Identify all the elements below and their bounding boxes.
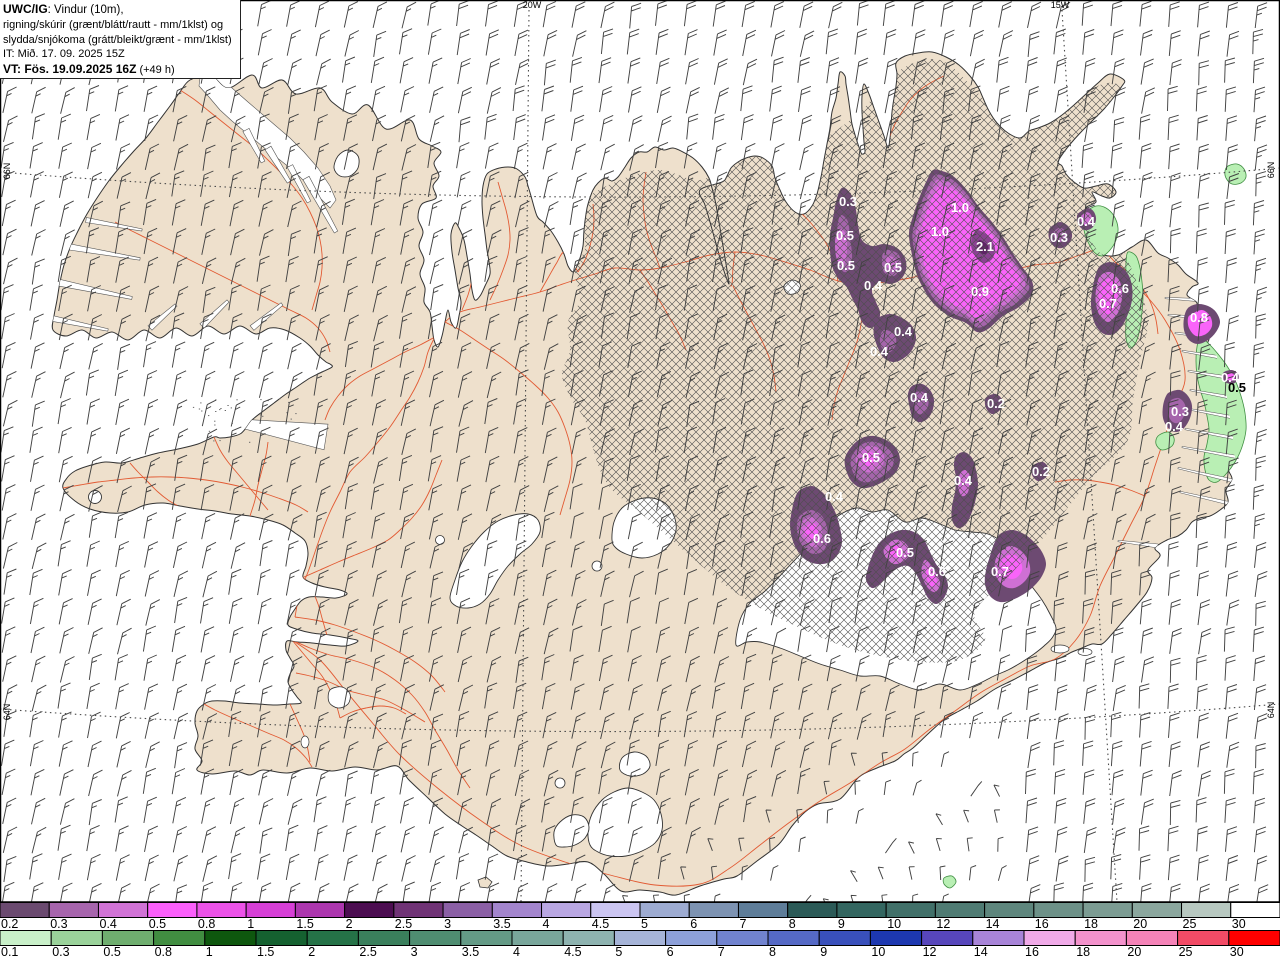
- svg-text:0.4: 0.4: [100, 917, 117, 931]
- svg-text:64N: 64N: [2, 704, 12, 721]
- svg-text:0.3: 0.3: [839, 194, 857, 209]
- svg-text:0.4: 0.4: [910, 390, 929, 405]
- svg-text:9: 9: [820, 945, 827, 959]
- svg-text:16: 16: [1035, 917, 1049, 931]
- svg-text:2: 2: [346, 917, 353, 931]
- svg-text:10: 10: [887, 917, 901, 931]
- svg-text:30: 30: [1230, 945, 1244, 959]
- svg-text:0.6: 0.6: [813, 531, 831, 546]
- svg-text:0.5: 0.5: [896, 545, 914, 560]
- svg-text:0.4: 0.4: [894, 324, 913, 339]
- svg-text:9: 9: [838, 917, 845, 931]
- svg-text:3: 3: [411, 945, 418, 959]
- svg-text:2.5: 2.5: [395, 917, 412, 931]
- svg-text:1.0: 1.0: [931, 224, 949, 239]
- svg-text:0.3: 0.3: [1171, 404, 1189, 419]
- svg-text:4.5: 4.5: [564, 945, 581, 959]
- svg-text:64N: 64N: [1266, 702, 1276, 719]
- svg-text:1: 1: [247, 917, 254, 931]
- svg-text:0.5: 0.5: [1228, 380, 1246, 395]
- svg-text:0.4: 0.4: [864, 278, 883, 293]
- svg-text:8: 8: [769, 945, 776, 959]
- svg-text:1.5: 1.5: [296, 917, 313, 931]
- svg-text:16: 16: [1025, 945, 1039, 959]
- svg-text:0.8: 0.8: [155, 945, 172, 959]
- svg-text:0.4: 0.4: [1077, 214, 1096, 229]
- svg-text:3.5: 3.5: [462, 945, 479, 959]
- svg-text:1: 1: [206, 945, 213, 959]
- svg-text:8: 8: [789, 917, 796, 931]
- svg-text:0.2: 0.2: [1, 917, 18, 931]
- svg-text:0.2: 0.2: [987, 396, 1005, 411]
- svg-text:14: 14: [986, 917, 1000, 931]
- svg-text:0.4: 0.4: [1165, 419, 1184, 434]
- svg-text:2: 2: [308, 945, 315, 959]
- svg-text:0.5: 0.5: [884, 260, 902, 275]
- svg-text:0.1: 0.1: [1, 945, 18, 959]
- svg-text:0.3: 0.3: [50, 917, 67, 931]
- svg-text:4: 4: [543, 917, 550, 931]
- svg-text:0.8: 0.8: [1190, 310, 1208, 325]
- svg-text:12: 12: [936, 917, 950, 931]
- svg-text:7: 7: [718, 945, 725, 959]
- svg-text:15W: 15W: [1051, 0, 1070, 10]
- svg-text:18: 18: [1076, 945, 1090, 959]
- svg-text:3.5: 3.5: [493, 917, 510, 931]
- svg-text:0.7: 0.7: [991, 564, 1009, 579]
- svg-text:6: 6: [690, 917, 697, 931]
- svg-text:6: 6: [667, 945, 674, 959]
- svg-text:0.7: 0.7: [1099, 296, 1117, 311]
- svg-text:0.9: 0.9: [971, 284, 989, 299]
- svg-text:0.4: 0.4: [954, 473, 973, 488]
- svg-text:20: 20: [1133, 917, 1147, 931]
- svg-text:12: 12: [923, 945, 937, 959]
- svg-text:66N: 66N: [1266, 162, 1276, 179]
- svg-text:30: 30: [1232, 917, 1246, 931]
- svg-text:25: 25: [1183, 917, 1197, 931]
- svg-text:0.2: 0.2: [1032, 464, 1050, 479]
- svg-text:10: 10: [871, 945, 885, 959]
- svg-text:0.3: 0.3: [52, 945, 69, 959]
- svg-text:4: 4: [513, 945, 520, 959]
- svg-text:5: 5: [641, 917, 648, 931]
- svg-text:20: 20: [1127, 945, 1141, 959]
- svg-text:0.5: 0.5: [837, 258, 855, 273]
- svg-text:3: 3: [444, 917, 451, 931]
- svg-text:0.5: 0.5: [836, 228, 854, 243]
- svg-text:0.4: 0.4: [825, 489, 844, 504]
- svg-text:0.4: 0.4: [870, 344, 889, 359]
- svg-text:66N: 66N: [2, 163, 12, 180]
- svg-text:0.6: 0.6: [928, 564, 946, 579]
- svg-text:7: 7: [740, 917, 747, 931]
- svg-text:14: 14: [974, 945, 988, 959]
- svg-text:0.6: 0.6: [1111, 281, 1129, 296]
- svg-text:0.5: 0.5: [103, 945, 120, 959]
- svg-text:4.5: 4.5: [592, 917, 609, 931]
- svg-text:2.5: 2.5: [359, 945, 376, 959]
- svg-text:0.5: 0.5: [862, 450, 880, 465]
- svg-text:5: 5: [615, 945, 622, 959]
- svg-text:0.8: 0.8: [198, 917, 215, 931]
- svg-text:0.5: 0.5: [149, 917, 166, 931]
- svg-text:18: 18: [1084, 917, 1098, 931]
- svg-text:1.5: 1.5: [257, 945, 274, 959]
- svg-text:25: 25: [1179, 945, 1193, 959]
- svg-text:1.0: 1.0: [951, 200, 969, 215]
- svg-text:0.3: 0.3: [1050, 230, 1068, 245]
- svg-text:2.1: 2.1: [976, 239, 994, 254]
- svg-text:20W: 20W: [523, 0, 542, 10]
